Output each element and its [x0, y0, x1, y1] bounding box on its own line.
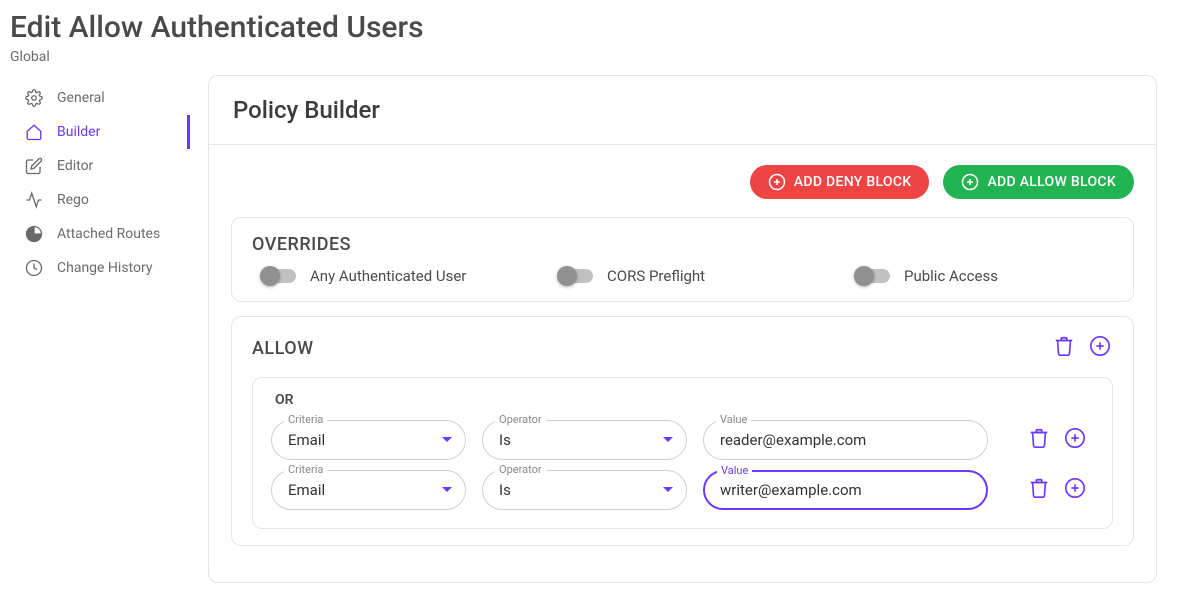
sidebar: General Builder Editor Rego Attached Rou…	[0, 71, 190, 603]
operator-select[interactable]: Operator Is	[482, 470, 687, 510]
add-rule-button[interactable]	[1062, 425, 1088, 455]
sidebar-item-general[interactable]: General	[0, 81, 190, 115]
criteria-select[interactable]: Criteria Email	[271, 470, 466, 510]
or-label: OR	[275, 392, 1094, 408]
sidebar-item-label: Builder	[57, 124, 100, 140]
pie-chart-icon	[25, 225, 43, 243]
operator-value: Is	[499, 481, 662, 499]
overrides-section: OVERRIDES Any Authenticated User CORS Pr…	[231, 217, 1134, 302]
trash-icon	[1028, 477, 1050, 499]
value-text[interactable]	[720, 431, 975, 449]
delete-rule-button[interactable]	[1026, 475, 1052, 505]
plus-circle-icon	[961, 173, 979, 191]
sidebar-item-builder[interactable]: Builder	[0, 115, 190, 149]
activity-icon	[25, 191, 43, 209]
or-group: OR Criteria Email Operator	[252, 377, 1113, 529]
value-text[interactable]	[720, 481, 975, 499]
plus-circle-icon	[768, 173, 786, 191]
criteria-select[interactable]: Criteria Email	[271, 420, 466, 460]
edit-icon	[25, 157, 43, 175]
chevron-down-icon	[441, 431, 453, 450]
toggle-any-authenticated-user[interactable]	[262, 269, 296, 283]
chevron-down-icon	[662, 431, 674, 450]
field-label: Value	[717, 464, 752, 477]
trash-icon	[1028, 427, 1050, 449]
add-deny-block-button[interactable]: ADD DENY BLOCK	[750, 165, 930, 199]
delete-rule-button[interactable]	[1026, 425, 1052, 455]
field-label: Criteria	[284, 463, 327, 476]
page-subtitle: Global	[10, 49, 1177, 65]
card-title: Policy Builder	[209, 76, 1156, 145]
criteria-value: Email	[288, 481, 441, 499]
sidebar-item-rego[interactable]: Rego	[0, 183, 190, 217]
sidebar-item-label: Editor	[57, 158, 93, 174]
chevron-down-icon	[441, 481, 453, 500]
plus-circle-icon	[1089, 335, 1111, 357]
override-label: Any Authenticated User	[310, 267, 466, 285]
override-label: Public Access	[904, 267, 998, 285]
sidebar-item-label: Change History	[57, 260, 152, 276]
add-rule-button[interactable]	[1062, 475, 1088, 505]
operator-select[interactable]: Operator Is	[482, 420, 687, 460]
section-title: ALLOW	[252, 338, 314, 359]
home-icon	[25, 123, 43, 141]
toggle-cors-preflight[interactable]	[559, 269, 593, 283]
delete-block-button[interactable]	[1051, 333, 1077, 363]
field-label: Operator	[495, 463, 546, 476]
criteria-value: Email	[288, 431, 441, 449]
section-title: OVERRIDES	[252, 234, 351, 255]
page-title: Edit Allow Authenticated Users	[10, 10, 1177, 45]
field-label: Criteria	[284, 413, 327, 426]
rule-row: Criteria Email Operator Is	[271, 470, 1094, 510]
override-label: CORS Preflight	[607, 267, 705, 285]
rule-row: Criteria Email Operator Is	[271, 420, 1094, 460]
clock-icon	[25, 259, 43, 277]
policy-builder-card: Policy Builder ADD DENY BLOCK ADD ALLOW …	[208, 75, 1157, 583]
sidebar-item-label: General	[57, 90, 105, 106]
chevron-down-icon	[662, 481, 674, 500]
add-allow-block-button[interactable]: ADD ALLOW BLOCK	[943, 165, 1134, 199]
button-label: ADD ALLOW BLOCK	[987, 174, 1116, 190]
toggle-public-access[interactable]	[856, 269, 890, 283]
sidebar-item-label: Attached Routes	[57, 226, 160, 242]
field-label: Value	[716, 413, 751, 426]
plus-circle-icon	[1064, 477, 1086, 499]
gear-icon	[25, 89, 43, 107]
allow-section: ALLOW OR	[231, 316, 1134, 546]
sidebar-item-editor[interactable]: Editor	[0, 149, 190, 183]
value-input[interactable]: Value	[703, 420, 988, 460]
sidebar-item-change-history[interactable]: Change History	[0, 251, 190, 285]
value-input[interactable]: Value	[703, 470, 988, 510]
field-label: Operator	[495, 413, 546, 426]
operator-value: Is	[499, 431, 662, 449]
trash-icon	[1053, 335, 1075, 357]
button-label: ADD DENY BLOCK	[794, 174, 912, 190]
sidebar-item-label: Rego	[57, 192, 89, 208]
plus-circle-icon	[1064, 427, 1086, 449]
add-group-button[interactable]	[1087, 333, 1113, 363]
sidebar-item-attached-routes[interactable]: Attached Routes	[0, 217, 190, 251]
